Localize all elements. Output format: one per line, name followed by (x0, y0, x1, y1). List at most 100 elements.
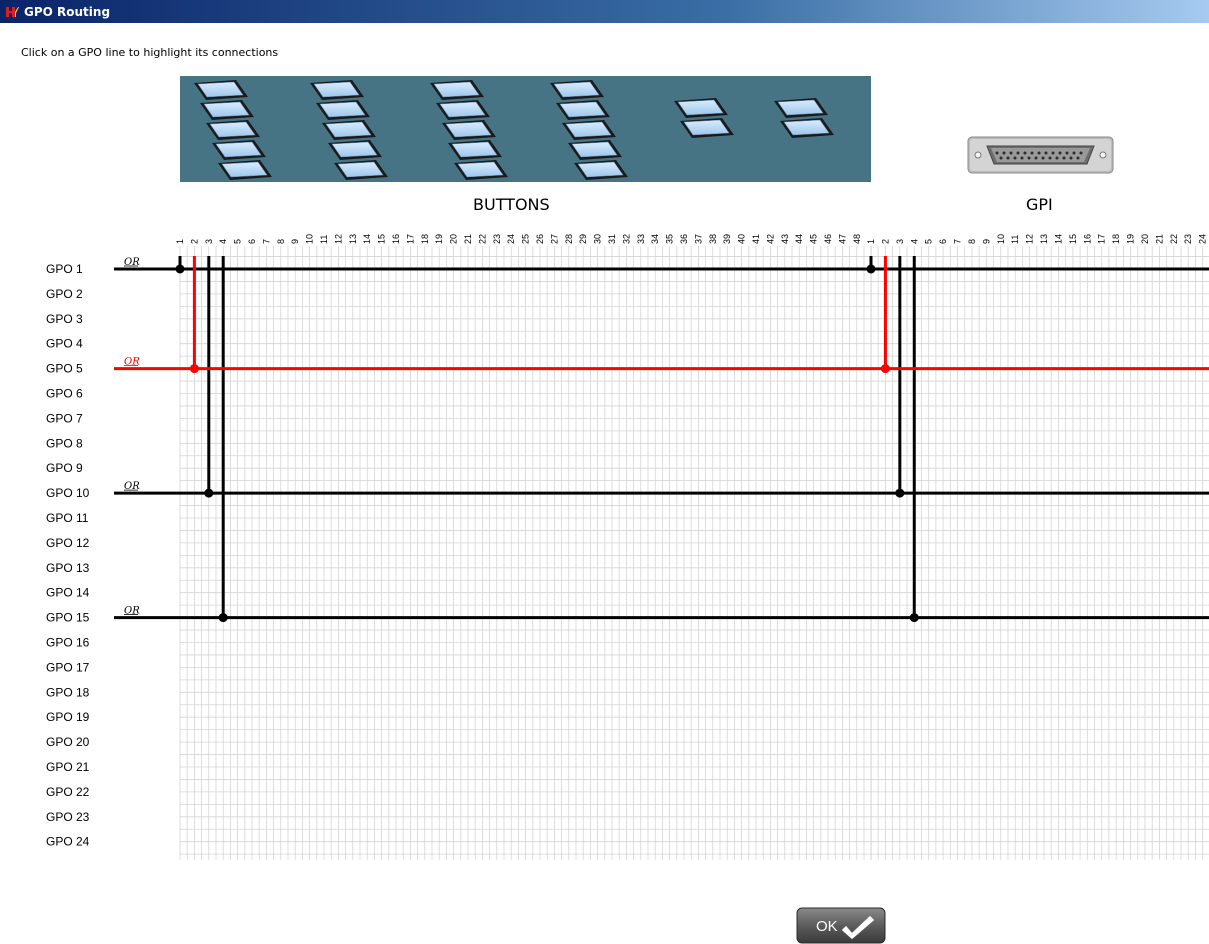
gpo-row-label[interactable]: GPO 16 (46, 636, 90, 650)
gpi-junction-dot (880, 364, 890, 374)
column-label: 30 (593, 234, 603, 244)
gpo-row-label[interactable]: GPO 19 (46, 710, 90, 724)
column-label: 16 (1082, 234, 1092, 244)
button-junction-dot (218, 613, 228, 623)
gpo-row-label[interactable]: GPO 7 (46, 411, 83, 425)
column-label: 35 (665, 234, 675, 244)
column-label: 16 (391, 234, 401, 244)
column-label: 15 (1068, 234, 1078, 244)
button-junction-dot (175, 264, 185, 274)
column-label: 43 (780, 234, 790, 244)
column-label: 3 (204, 239, 214, 244)
column-label: 37 (693, 234, 703, 244)
column-label: 2 (189, 239, 199, 244)
column-label: 14 (362, 234, 372, 244)
ok-button[interactable]: OK (796, 907, 886, 944)
column-label: 24 (506, 234, 516, 244)
column-label: 48 (852, 234, 862, 244)
column-label: 2 (880, 239, 890, 244)
gpo-row-label[interactable]: GPO 6 (46, 387, 83, 401)
column-label: 26 (535, 234, 545, 244)
gpo-route[interactable]: OR (114, 256, 1209, 498)
column-label: 23 (1183, 234, 1193, 244)
column-label: 13 (1039, 234, 1049, 244)
gpo-row-label[interactable]: GPO 15 (46, 611, 90, 625)
gpo-route[interactable]: OR (114, 256, 1209, 274)
button-junction-dot (204, 488, 214, 498)
column-label: 33 (636, 234, 646, 244)
gpo-row-label[interactable]: GPO 13 (46, 561, 90, 575)
column-label: 17 (1097, 234, 1107, 244)
column-label: 10 (996, 234, 1006, 244)
gpi-junction-dot (895, 488, 905, 498)
column-label: 19 (434, 234, 444, 244)
column-label: 20 (1140, 234, 1150, 244)
column-label: 10 (305, 234, 315, 244)
column-label: 22 (1169, 234, 1179, 244)
column-label: 36 (679, 234, 689, 244)
column-label: 11 (319, 235, 329, 244)
gpo-row-label[interactable]: GPO 20 (46, 735, 90, 749)
gpo-row-label[interactable]: GPO 23 (46, 810, 90, 824)
column-label: 20 (449, 234, 459, 244)
column-label: 21 (463, 234, 473, 244)
column-label: 5 (924, 239, 934, 244)
gpo-row-label[interactable]: GPO 9 (46, 461, 83, 475)
gpo-row-label[interactable]: GPO 14 (46, 586, 90, 600)
column-label: 9 (290, 239, 300, 244)
column-label: 21 (1154, 234, 1164, 244)
column-label: 46 (823, 234, 833, 244)
column-label: 45 (809, 234, 819, 244)
column-label: 8 (276, 239, 286, 244)
column-label: 31 (607, 234, 617, 244)
gpo-row-label[interactable]: GPO 21 (46, 760, 90, 774)
gpi-junction-dot (909, 613, 919, 623)
column-label: 19 (1126, 234, 1136, 244)
column-label: 23 (492, 234, 502, 244)
column-label: 3 (895, 239, 905, 244)
column-label: 6 (938, 239, 948, 244)
gpo-route[interactable]: OR (114, 256, 1209, 623)
column-label: 39 (722, 234, 732, 244)
column-label: 17 (405, 234, 415, 244)
column-label: 4 (909, 239, 919, 244)
gpo-row-label[interactable]: GPO 17 (46, 660, 90, 674)
column-label: 12 (1025, 234, 1035, 244)
column-label: 38 (708, 234, 718, 244)
gpo-row-label[interactable]: GPO 18 (46, 685, 90, 699)
column-label: 8 (967, 239, 977, 244)
column-label: 28 (564, 234, 574, 244)
gpo-route[interactable]: OR (114, 256, 1209, 374)
column-label: 14 (1053, 234, 1063, 244)
column-label: 24 (1198, 234, 1208, 244)
column-label: 12 (333, 234, 343, 244)
gpo-row-label[interactable]: GPO 1 (46, 262, 83, 276)
column-label: 15 (377, 234, 387, 244)
gpo-row-label[interactable]: GPO 11 (46, 511, 89, 525)
gpo-row-label[interactable]: GPO 22 (46, 785, 90, 799)
column-label: 5 (233, 239, 243, 244)
column-label: 1 (866, 239, 876, 244)
button-junction-dot (189, 364, 199, 374)
column-label: 7 (953, 239, 963, 244)
column-label: 32 (621, 234, 631, 244)
gpo-row-label[interactable]: GPO 8 (46, 436, 83, 450)
ok-button-label: OK (816, 918, 838, 935)
gpo-row-label[interactable]: GPO 4 (46, 337, 83, 351)
column-label: 6 (247, 239, 257, 244)
gpi-junction-dot (866, 264, 876, 274)
gpo-row-label[interactable]: GPO 5 (46, 362, 83, 376)
gpo-row-label[interactable]: GPO 12 (46, 536, 90, 550)
column-label: 1 (175, 239, 185, 244)
gpo-row-label[interactable]: GPO 24 (46, 835, 90, 849)
gpo-row-label[interactable]: GPO 2 (46, 287, 83, 301)
column-label: 13 (348, 234, 358, 244)
column-label: 9 (981, 239, 991, 244)
column-label: 25 (521, 234, 531, 244)
column-label: 40 (737, 234, 747, 244)
column-label: 18 (1111, 234, 1121, 244)
gpo-row-label[interactable]: GPO 3 (46, 312, 83, 326)
gpo-row-label[interactable]: GPO 10 (46, 486, 90, 500)
column-label: 47 (837, 234, 847, 244)
column-label: 18 (420, 234, 430, 244)
